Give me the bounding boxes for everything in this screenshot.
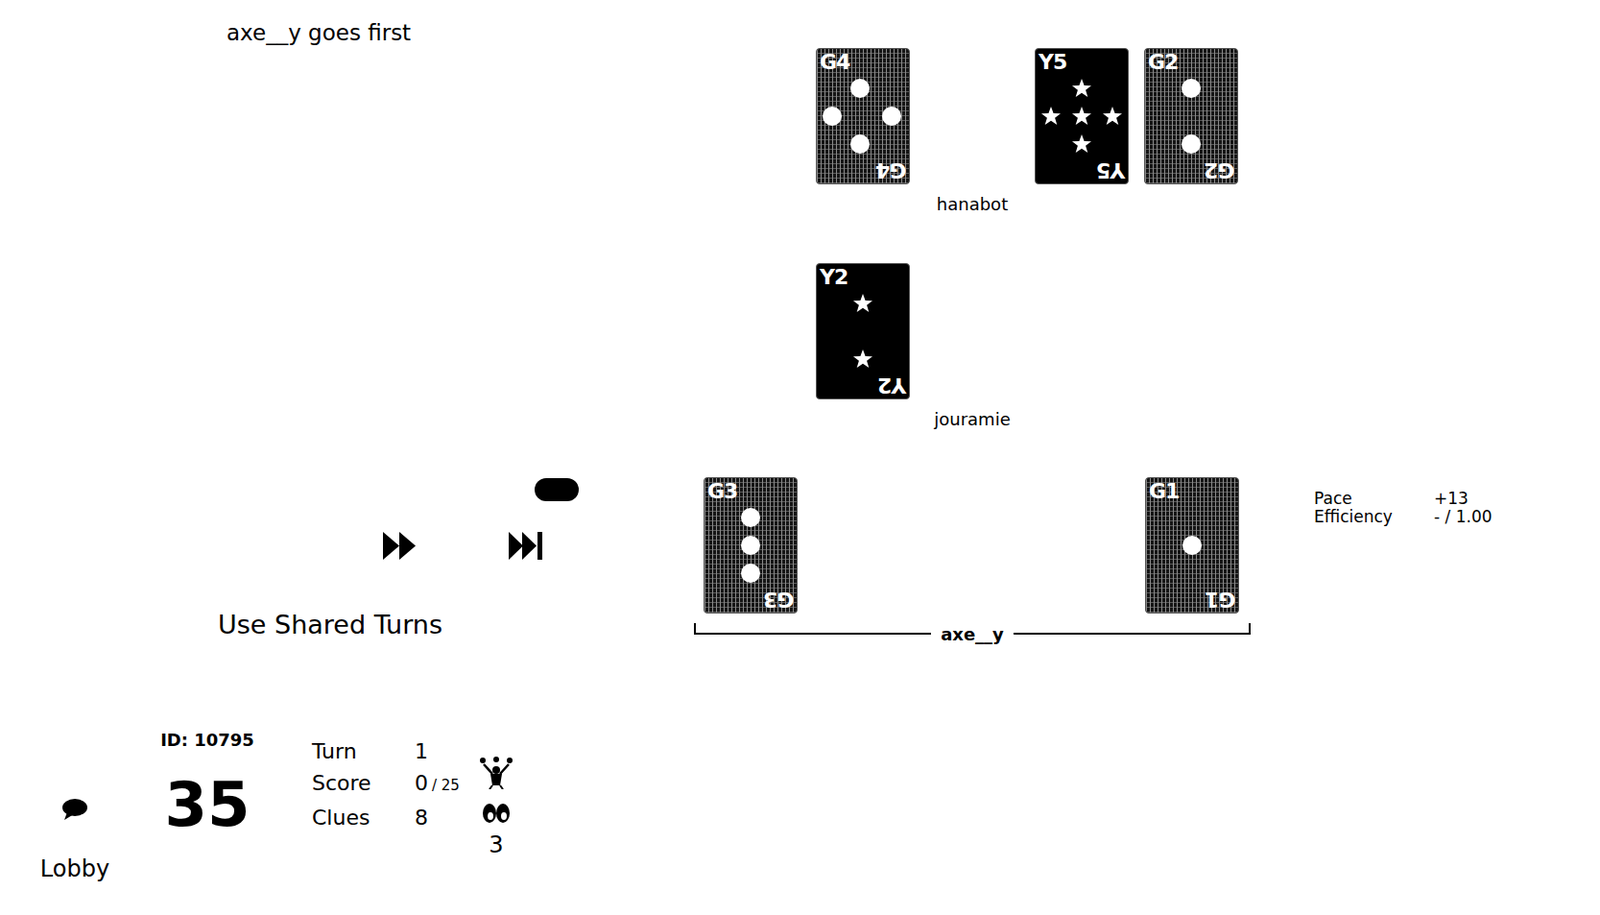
player-name: hanabot [693, 193, 1251, 215]
card[interactable]: G2 G2 [1144, 47, 1239, 185]
stat-number: 0 [414, 770, 429, 795]
circle-pip-icon [1180, 133, 1202, 155]
lobby-label: Lobby [36, 855, 114, 883]
spectator-count: 3 [481, 831, 511, 859]
game-id-block: ID: 10795 35 [159, 729, 256, 836]
circle-pip-icon [1181, 534, 1203, 556]
stat-suffix: / 25 [431, 776, 460, 794]
stat-label: Clues [311, 801, 415, 834]
player-name: axe__y [931, 622, 1014, 646]
card-label: G2 [1204, 158, 1235, 182]
current-player-bracket: axe__y [693, 622, 1251, 646]
star-pip-icon [1071, 105, 1093, 127]
circle-pip-icon [1180, 77, 1202, 99]
stat-number: 1 [414, 739, 429, 764]
stat-value: - / 1.00 [1433, 507, 1493, 526]
star-pip-icon [1040, 105, 1062, 127]
card-slot[interactable]: G1 G1 [1145, 477, 1240, 614]
card-label: G4 [876, 158, 907, 182]
fast-forward-icon [380, 527, 419, 564]
bracket-line [693, 622, 932, 635]
skip-to-end-button[interactable] [506, 527, 546, 564]
stat-label: Efficiency [1313, 507, 1434, 526]
card-label: G1 [1205, 587, 1236, 611]
card-label: Y5 [1038, 50, 1067, 74]
toggle-button[interactable] [534, 477, 579, 502]
hand: G4 G4 Y5 Y5 G2 G2 [693, 47, 1251, 185]
card-label: G2 [1147, 50, 1178, 74]
circle-pip-icon [849, 77, 871, 99]
card[interactable]: G1 G1 [1145, 477, 1240, 614]
board: G4 G4 Y5 Y5 G2 G2 hanabot Y2 Y2 jouramie G3 G3 G1 G1 a… [693, 0, 1251, 915]
star-pip-icon [852, 292, 874, 314]
stat-value: 8 [414, 801, 460, 834]
game-id: ID: 10795 [159, 729, 256, 751]
fast-forward-button[interactable] [380, 527, 419, 564]
stat-label: Turn [311, 735, 415, 767]
card-label: Y5 [1097, 158, 1125, 182]
timer: 35 [159, 772, 256, 836]
card-label: G1 [1148, 479, 1179, 503]
card[interactable]: G4 G4 [815, 47, 910, 185]
card-slot[interactable]: G3 G3 [703, 477, 798, 614]
left-panel: axe__y goes first Use Shared Turns Lobby ID… [0, 0, 694, 915]
circle-pip-icon [740, 506, 762, 528]
card-slot[interactable]: Y5 Y5 [1034, 47, 1129, 185]
card-label: G3 [764, 587, 794, 611]
hand: G3 G3 G1 G1 [693, 477, 1251, 614]
replay-controls [0, 527, 694, 564]
side-icons: 3 [475, 729, 518, 859]
card[interactable]: Y5 Y5 [1034, 47, 1129, 185]
circle-pip-icon [740, 562, 762, 584]
player-name: jouramie [693, 408, 1251, 430]
game-info: LobbyID: 1079535Turn1Score0/ 25Clues83 [0, 729, 694, 883]
card-label: Y2 [819, 265, 848, 289]
pill-row [0, 477, 694, 502]
stat-value: +13 [1433, 489, 1493, 508]
game-stats: Turn1Score0/ 25Clues8 [311, 735, 460, 834]
card-label: Y2 [878, 373, 907, 397]
spectators: 3 [481, 800, 511, 859]
card-slot[interactable]: G4 G4 [815, 47, 910, 185]
card[interactable]: Y2 Y2 [815, 262, 910, 400]
circle-pip-icon [740, 534, 762, 556]
card-slot[interactable]: G2 G2 [1144, 47, 1239, 185]
lobby-button[interactable]: Lobby [36, 729, 114, 883]
card[interactable]: G3 G3 [703, 477, 798, 614]
stat-value: 1 [414, 735, 460, 767]
turn-announcement: axe__y goes first [0, 0, 694, 47]
skip-to-end-icon [506, 527, 546, 564]
star-pip-icon [852, 348, 874, 370]
hand: Y2 Y2 [693, 262, 1251, 400]
circle-pip-icon [849, 133, 871, 155]
star-pip-icon [1071, 77, 1093, 99]
eyes-icon [481, 802, 511, 824]
stat-number: 8 [414, 805, 429, 830]
card-label: G4 [819, 50, 850, 74]
card-slot[interactable]: Y2 Y2 [815, 262, 910, 400]
juggler-icon [478, 756, 514, 789]
chat-bubble-icon [60, 797, 90, 821]
bracket-line [1013, 622, 1251, 635]
star-pip-icon [1071, 133, 1093, 155]
stat-value: 0/ 25 [414, 766, 460, 802]
circle-pip-icon [821, 105, 843, 127]
shared-turns-label: Use Shared Turns [0, 608, 694, 642]
card-label: G3 [707, 479, 738, 503]
circle-pip-icon [881, 105, 903, 127]
stat-label: Score [311, 766, 415, 802]
pace-stats: Pace+13Efficiency- / 1.00 [1313, 0, 1493, 915]
star-pip-icon [1101, 105, 1123, 127]
stat-label: Pace [1313, 489, 1434, 508]
